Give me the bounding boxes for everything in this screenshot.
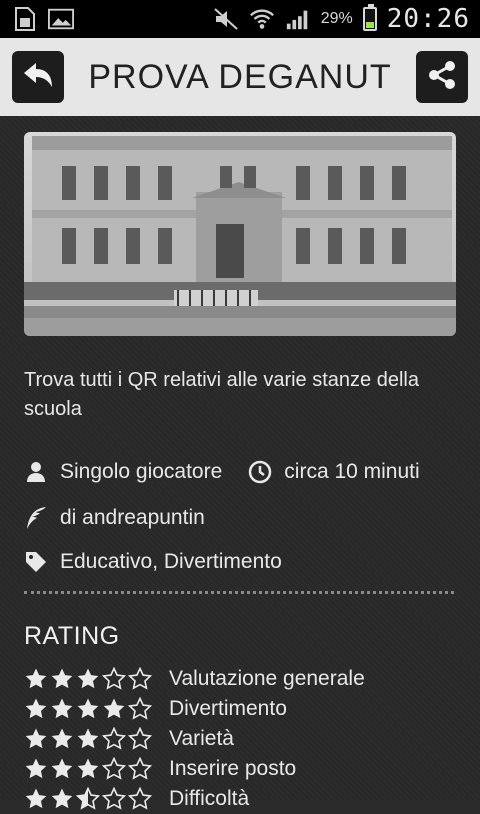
star-full-icon [25, 698, 47, 719]
rating-heading: RATING [24, 622, 120, 650]
rating-label: Divertimento [169, 697, 287, 720]
signal-icon [285, 6, 311, 32]
rating-label: Inserire posto [169, 757, 297, 780]
rating-item: Varietà [24, 724, 464, 754]
page-title: PROVA DEGANUT [88, 57, 392, 96]
status-bar: 29% 20:26 [0, 0, 480, 38]
star-empty-icon [128, 757, 152, 780]
star-full-icon [103, 698, 125, 719]
detail-content: Trova tutti i QR relativi alle varie sta… [0, 116, 480, 810]
star-empty-icon [128, 787, 152, 810]
wifi-icon [249, 6, 275, 32]
star-rating [24, 757, 169, 781]
app-header: PROVA DEGANUT [0, 38, 480, 116]
star-rating [24, 667, 169, 691]
game-description: Trova tutti i QR relativi alle varie sta… [24, 369, 419, 420]
feather-icon [24, 506, 48, 530]
clock-icon [248, 460, 272, 484]
battery-percent: 29% [320, 10, 353, 27]
sim-card-icon [12, 6, 38, 32]
star-empty-icon [102, 667, 126, 690]
star-full-icon [77, 728, 99, 749]
rating-item: Difficoltà [24, 784, 464, 814]
rating-list: Valutazione generale Divertimento Varietà I… [24, 664, 464, 814]
gallery-icon [48, 6, 74, 32]
author-row: di andreapuntin [24, 504, 205, 532]
star-full-icon [51, 728, 73, 749]
players-label: Singolo giocatore [60, 460, 223, 483]
star-empty-icon [128, 727, 152, 750]
star-full-icon [51, 698, 73, 719]
star-full-icon [77, 698, 99, 719]
star-full-icon [77, 758, 99, 779]
battery-level-fill [365, 22, 374, 28]
star-full-icon [51, 788, 73, 809]
rating-item: Inserire posto [24, 754, 464, 784]
rating-item: Valutazione generale [24, 664, 464, 694]
mute-icon [213, 6, 239, 32]
star-full-icon [77, 668, 99, 689]
back-arrow-icon [21, 60, 55, 95]
star-rating [24, 787, 169, 811]
rating-item: Divertimento [24, 694, 464, 724]
share-button[interactable] [416, 51, 468, 103]
star-full-icon [25, 758, 47, 779]
share-icon [425, 58, 459, 97]
star-empty-icon [102, 757, 126, 780]
author-label: di andreapuntin [60, 506, 205, 529]
star-empty-icon [102, 727, 126, 750]
rating-label: Difficoltà [169, 787, 250, 810]
rating-label: Varietà [169, 727, 234, 750]
star-full-icon [51, 758, 73, 779]
rating-label: Valutazione generale [169, 667, 365, 690]
players-duration-row: Singolo giocatore circa 10 minuti [24, 458, 420, 486]
school-building-image [24, 132, 456, 336]
dotted-divider [24, 591, 454, 594]
star-full-icon [25, 788, 47, 809]
clock: 20:26 [386, 4, 470, 34]
tags-row: Educativo, Divertimento [24, 548, 282, 576]
battery-icon [362, 4, 377, 31]
duration-label: circa 10 minuti [284, 460, 420, 483]
star-empty-icon [102, 787, 126, 810]
star-rating [24, 697, 169, 721]
star-full-icon [51, 668, 73, 689]
person-icon [24, 460, 48, 484]
star-full-icon [25, 668, 47, 689]
star-rating [24, 727, 169, 751]
tags-label: Educativo, Divertimento [60, 550, 282, 573]
star-full-icon [25, 728, 47, 749]
star-half-icon [76, 787, 100, 810]
tag-icon [24, 550, 48, 574]
star-empty-icon [128, 697, 152, 720]
back-button[interactable] [12, 51, 64, 103]
star-empty-icon [128, 667, 152, 690]
